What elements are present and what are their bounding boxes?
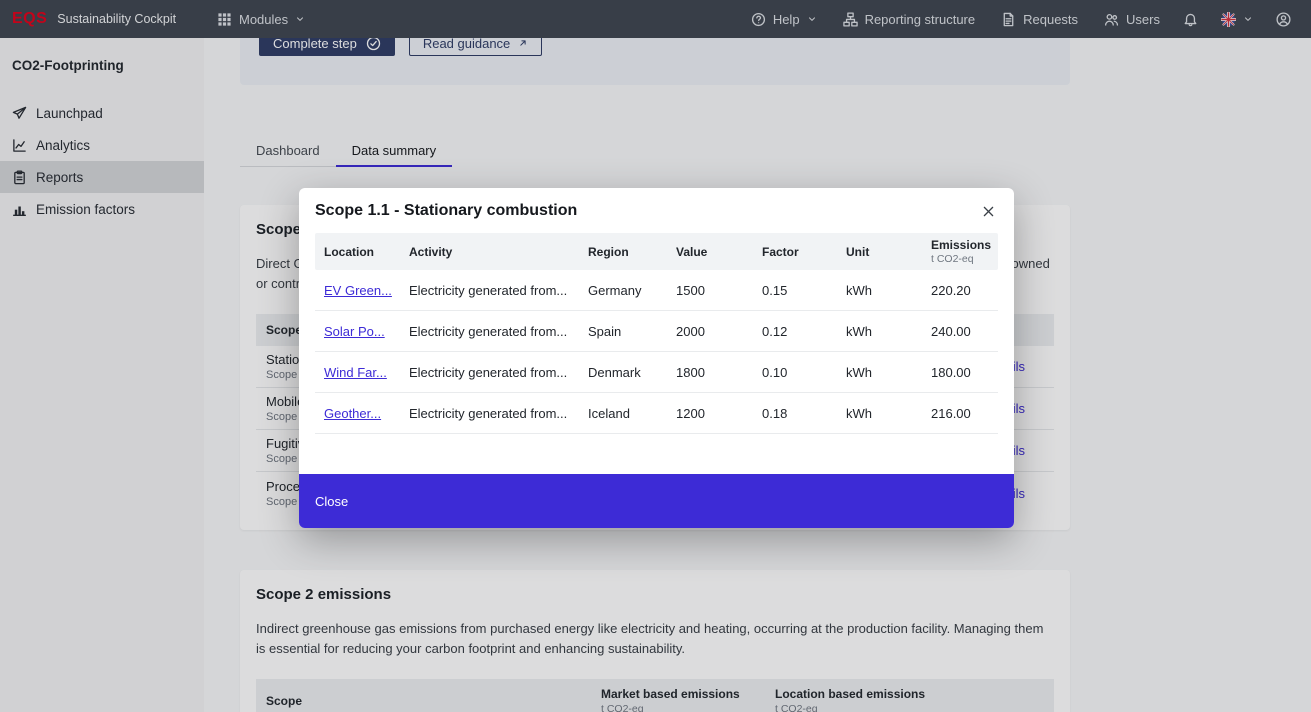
scope11-modal: Scope 1.1 - Stationary combustion Locati… bbox=[299, 188, 1014, 528]
column-header-emissions-label: Emissions bbox=[931, 238, 990, 252]
cell-unit: kWh bbox=[837, 283, 922, 298]
cell-unit: kWh bbox=[837, 406, 922, 421]
modal-table: Location Activity Region Value Factor Un… bbox=[315, 233, 998, 434]
cell-factor: 0.18 bbox=[753, 406, 837, 421]
cell-value: 1800 bbox=[667, 365, 753, 380]
table-row: Solar Po... Electricity generated from..… bbox=[315, 311, 998, 352]
cell-factor: 0.15 bbox=[753, 283, 837, 298]
column-header-location: Location bbox=[315, 245, 400, 259]
cell-activity: Electricity generated from... bbox=[400, 324, 579, 339]
cell-factor: 0.12 bbox=[753, 324, 837, 339]
cell-activity: Electricity generated from... bbox=[400, 365, 579, 380]
cell-unit: kWh bbox=[837, 365, 922, 380]
cell-emissions: 180.00 bbox=[922, 365, 998, 380]
table-row: Wind Far... Electricity generated from..… bbox=[315, 352, 998, 393]
cell-value: 1200 bbox=[667, 406, 753, 421]
cell-value: 1500 bbox=[667, 283, 753, 298]
close-button[interactable]: Close bbox=[299, 474, 1014, 528]
modal-header: Scope 1.1 - Stationary combustion bbox=[299, 188, 1014, 233]
column-header-emissions: Emissions t CO2-eq bbox=[922, 238, 998, 265]
cell-region: Germany bbox=[579, 283, 667, 298]
location-link[interactable]: Solar Po... bbox=[324, 324, 385, 339]
table-row: EV Green... Electricity generated from..… bbox=[315, 270, 998, 311]
cell-unit: kWh bbox=[837, 324, 922, 339]
modal-title: Scope 1.1 - Stationary combustion bbox=[315, 202, 577, 220]
cell-emissions: 216.00 bbox=[922, 406, 998, 421]
column-header-emissions-unit: t CO2-eq bbox=[931, 253, 990, 265]
cell-region: Spain bbox=[579, 324, 667, 339]
column-header-value: Value bbox=[667, 245, 753, 259]
location-link[interactable]: Geother... bbox=[324, 406, 381, 421]
column-header-region: Region bbox=[579, 245, 667, 259]
cell-emissions: 240.00 bbox=[922, 324, 998, 339]
close-icon[interactable] bbox=[978, 201, 998, 221]
table-row: Geother... Electricity generated from...… bbox=[315, 393, 998, 434]
cell-factor: 0.10 bbox=[753, 365, 837, 380]
location-link[interactable]: EV Green... bbox=[324, 283, 392, 298]
cell-region: Denmark bbox=[579, 365, 667, 380]
cell-activity: Electricity generated from... bbox=[400, 406, 579, 421]
modal-table-header: Location Activity Region Value Factor Un… bbox=[315, 233, 998, 270]
column-header-unit: Unit bbox=[837, 245, 922, 259]
cell-value: 2000 bbox=[667, 324, 753, 339]
cell-region: Iceland bbox=[579, 406, 667, 421]
column-header-activity: Activity bbox=[400, 245, 579, 259]
column-header-factor: Factor bbox=[753, 245, 837, 259]
cell-activity: Electricity generated from... bbox=[400, 283, 579, 298]
cell-emissions: 220.20 bbox=[922, 283, 998, 298]
location-link[interactable]: Wind Far... bbox=[324, 365, 387, 380]
